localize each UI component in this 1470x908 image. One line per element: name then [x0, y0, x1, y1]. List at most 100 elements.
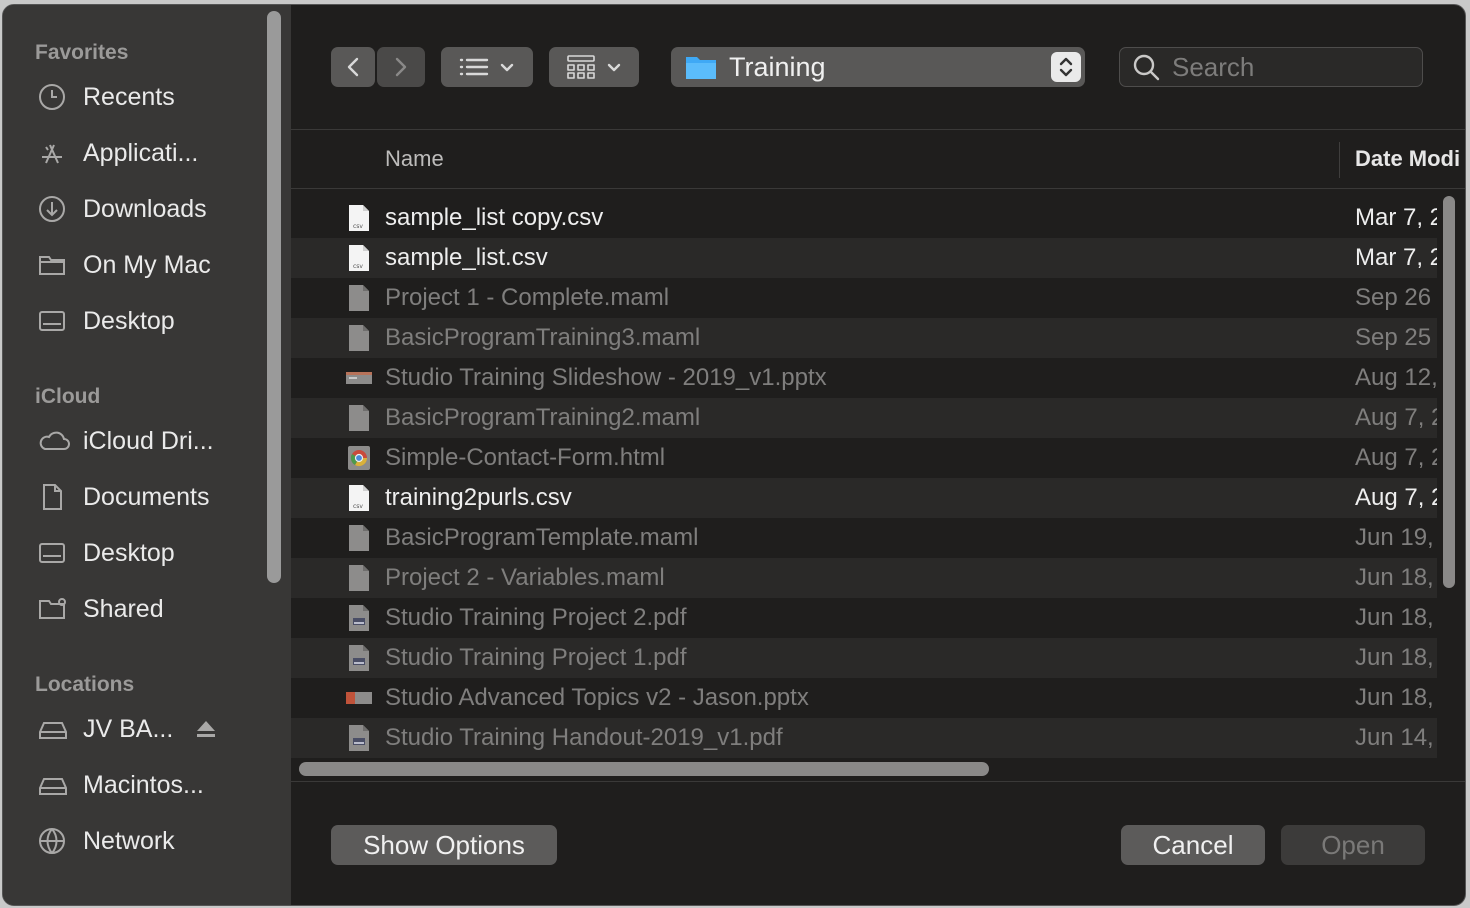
file-row[interactable]: BasicProgramTraining2.maml Aug 7, 2: [291, 398, 1437, 438]
file-date-modified: Jun 14,: [1355, 724, 1434, 751]
sidebar-scrollbar[interactable]: [267, 11, 281, 583]
pdf-icon: [345, 604, 373, 632]
csv-icon: csv: [345, 484, 373, 512]
file-date-modified: Jun 18,: [1355, 644, 1434, 671]
folder-icon: [685, 54, 717, 80]
vertical-scrollbar[interactable]: [1443, 196, 1455, 588]
csv-icon: csv: [345, 244, 373, 272]
search-icon: [1132, 53, 1160, 81]
group-by-button[interactable]: [549, 47, 639, 87]
pptx-icon: [345, 364, 373, 392]
grid-view-icon: [567, 55, 595, 79]
chevron-left-icon: [347, 57, 359, 77]
column-header-name[interactable]: Name: [385, 130, 444, 188]
file-row[interactable]: BasicProgramTraining3.maml Sep 25: [291, 318, 1437, 358]
file-row[interactable]: Studio Advanced Topics v2 - Jason.pptx Ju…: [291, 678, 1437, 718]
file-row[interactable]: Studio Training Slideshow - 2019_v1.pptx…: [291, 358, 1437, 398]
cloud-icon: [37, 426, 71, 456]
location-popup[interactable]: Training: [671, 47, 1085, 87]
open-button[interactable]: Open: [1281, 825, 1425, 865]
sidebar-item-documents[interactable]: Documents: [37, 477, 257, 517]
search-field[interactable]: [1119, 47, 1423, 87]
sidebar-item-macintosh-hd[interactable]: Macintos...: [37, 765, 257, 805]
view-mode-list-button[interactable]: [441, 47, 533, 87]
sidebar-item-downloads[interactable]: Downloads: [37, 189, 257, 229]
file-name: Project 2 - Variables.maml: [385, 564, 665, 591]
horizontal-scrollbar[interactable]: [299, 762, 989, 776]
eject-icon[interactable]: [195, 719, 217, 744]
file-row[interactable]: BasicProgramTemplate.maml Jun 19,: [291, 518, 1437, 558]
svg-text:csv: csv: [353, 223, 363, 230]
sidebar-item-label: Shared: [83, 594, 164, 623]
sidebar-item-jv-ba[interactable]: JV BA...: [37, 709, 257, 749]
file-name: training2purls.csv: [385, 484, 572, 511]
sidebar-item-label: Network: [83, 826, 175, 855]
sidebar-item-on-my-mac[interactable]: On My Mac: [37, 245, 257, 285]
chevron-down-icon: [607, 63, 621, 72]
generic-file-icon: [345, 564, 373, 592]
list-bottom-separator: [291, 781, 1465, 782]
column-header-date-modified[interactable]: Date Modi: [1355, 130, 1460, 188]
file-name: Studio Training Project 2.pdf: [385, 604, 687, 631]
file-date-modified: Mar 7, 2: [1355, 244, 1437, 271]
sidebar-item-recents[interactable]: Recents: [37, 77, 257, 117]
file-row[interactable]: csv sample_list copy.csv Mar 7, 2: [291, 198, 1437, 238]
file-name: sample_list.csv: [385, 244, 548, 271]
file-date-modified: Mar 7, 2: [1355, 204, 1437, 231]
sidebar-item-desktop[interactable]: Desktop: [37, 301, 257, 341]
list-view-icon: [459, 58, 489, 76]
file-date-modified: Sep 26: [1355, 284, 1432, 311]
show-options-button[interactable]: Show Options: [331, 825, 557, 865]
sidebar-item-shared[interactable]: Shared: [37, 589, 257, 629]
file-date-modified: Aug 12,: [1355, 364, 1437, 391]
sidebar-item-icloud-desktop[interactable]: Desktop: [37, 533, 257, 573]
sidebar-item-label: On My Mac: [83, 250, 211, 279]
file-row[interactable]: Studio Training Project 1.pdf Jun 18,: [291, 638, 1437, 678]
sidebar-item-label: Desktop: [83, 538, 175, 567]
file-row[interactable]: csv sample_list.csv Mar 7, 2: [291, 238, 1437, 278]
globe-icon: [37, 826, 71, 856]
sidebar-item-label: Downloads: [83, 194, 207, 223]
sidebar-item-icloud-drive[interactable]: iCloud Dri...: [37, 421, 257, 461]
file-date-modified: Aug 7, 2: [1355, 404, 1437, 431]
file-name: Project 1 - Complete.maml: [385, 284, 670, 311]
open-file-dialog: Favorites Recents Applicati... Downloads…: [2, 4, 1466, 906]
file-name: Studio Training Handout-2019_v1.pdf: [385, 724, 783, 751]
sidebar-section-icloud: iCloud: [35, 385, 101, 408]
file-row[interactable]: Studio Training Project 2.pdf Jun 18,: [291, 598, 1437, 638]
sidebar-item-label: Desktop: [83, 306, 175, 335]
file-date-modified: Aug 7, 2: [1355, 484, 1437, 511]
file-name: BasicProgramTemplate.maml: [385, 524, 699, 551]
file-row[interactable]: Studio Training Handout-2019_v1.pdf Jun 1…: [291, 718, 1437, 758]
file-row[interactable]: csv training2purls.csv Aug 7, 2: [291, 478, 1437, 518]
column-divider[interactable]: [1339, 142, 1340, 178]
file-row[interactable]: Simple-Contact-Form.html Aug 7, 2: [291, 438, 1437, 478]
back-button[interactable]: [331, 47, 375, 87]
forward-button[interactable]: [377, 47, 425, 87]
file-row[interactable]: Project 1 - Complete.maml Sep 26: [291, 278, 1437, 318]
file-name: BasicProgramTraining3.maml: [385, 324, 701, 351]
clock-icon: [37, 82, 71, 112]
folder-icon: [37, 250, 71, 280]
file-name: sample_list copy.csv: [385, 204, 604, 231]
file-date-modified: Jun 18,: [1355, 564, 1434, 591]
file-date-modified: Jun 18,: [1355, 604, 1434, 631]
svg-text:csv: csv: [353, 263, 363, 270]
document-icon: [37, 482, 71, 512]
search-input[interactable]: [1172, 51, 1412, 83]
location-label: Training: [729, 51, 826, 82]
file-rows: csv sample_list copy.csv Mar 7, 2 csv sample…: [291, 198, 1437, 758]
chevron-down-icon: [500, 63, 514, 72]
file-list: Name Date Modi csv sample_list copy.csv Ma…: [291, 129, 1465, 781]
sidebar-item-applications[interactable]: Applicati...: [37, 133, 257, 173]
sidebar-item-label: Applicati...: [83, 138, 199, 167]
header-separator: [291, 188, 1465, 189]
cancel-button[interactable]: Cancel: [1121, 825, 1265, 865]
up-down-chevron-icon: [1051, 52, 1081, 82]
desktop-icon: [37, 306, 71, 336]
drive-icon: [37, 770, 71, 800]
file-row[interactable]: Project 2 - Variables.maml Jun 18,: [291, 558, 1437, 598]
sidebar-item-label: Documents: [83, 482, 210, 511]
sidebar-item-network[interactable]: Network: [37, 821, 257, 861]
sidebar-item-label: Macintos...: [83, 770, 204, 799]
